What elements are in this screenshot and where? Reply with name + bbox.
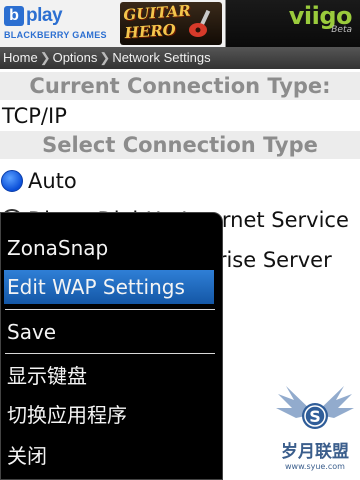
option-auto[interactable]: Auto (0, 166, 360, 196)
watermark-logo: S 岁月联盟 www.syue.com (272, 380, 358, 476)
guitar-hero-title: GUITAR HERO (122, 1, 192, 43)
current-connection-header: Current Connection Type: (0, 72, 360, 100)
select-connection-header: Select Connection Type (0, 131, 360, 159)
menu-divider (5, 309, 215, 310)
viigo-logo: viigo Beta (289, 2, 353, 35)
bplay-logo: b play BLACKBERRY GAMES (4, 5, 116, 42)
bplay-subtitle: BLACKBERRY GAMES (4, 30, 107, 40)
menu-item-switch-application[interactable]: 切换应用程序 (7, 400, 127, 430)
breadcrumb-options[interactable]: Options (53, 50, 98, 65)
menu-item-zonasnap[interactable]: ZonaSnap (7, 233, 108, 263)
breadcrumb-home[interactable]: Home (3, 50, 38, 65)
menu-item-show-keyboard[interactable]: 显示键盘 (7, 361, 87, 391)
option-label: Auto (28, 169, 77, 193)
watermark-url: www.syue.com (285, 462, 345, 471)
guitar-hero-ad: GUITAR HERO (120, 2, 222, 45)
context-menu: ZonaSnap Edit WAP Settings Save 显示键盘 切换应… (0, 212, 223, 480)
guitar-icon (189, 9, 211, 37)
chevron-right-icon: ❯ (99, 50, 111, 65)
breadcrumb: Home ❯ Options ❯ Network Settings (0, 47, 360, 69)
ad-banner[interactable]: b play BLACKBERRY GAMES GUITAR HERO (0, 0, 226, 47)
top-banner: b play BLACKBERRY GAMES GUITAR HERO viig… (0, 0, 360, 47)
watermark-text: 岁月联盟 (281, 442, 349, 462)
winged-badge-icon: S (276, 386, 354, 429)
bplay-logo-letter: b (4, 6, 24, 26)
chevron-right-icon: ❯ (39, 50, 51, 65)
menu-divider (5, 353, 215, 354)
badge-letter: S (309, 407, 321, 426)
menu-item-close[interactable]: 关闭 (7, 441, 47, 471)
current-connection-value: TCP/IP (2, 104, 67, 128)
breadcrumb-network-settings: Network Settings (112, 50, 211, 65)
menu-item-save[interactable]: Save (7, 317, 56, 347)
radio-selected-icon[interactable] (1, 170, 23, 192)
bplay-logo-word: play (26, 5, 63, 26)
menu-item-edit-wap-settings[interactable]: Edit WAP Settings (4, 270, 214, 304)
